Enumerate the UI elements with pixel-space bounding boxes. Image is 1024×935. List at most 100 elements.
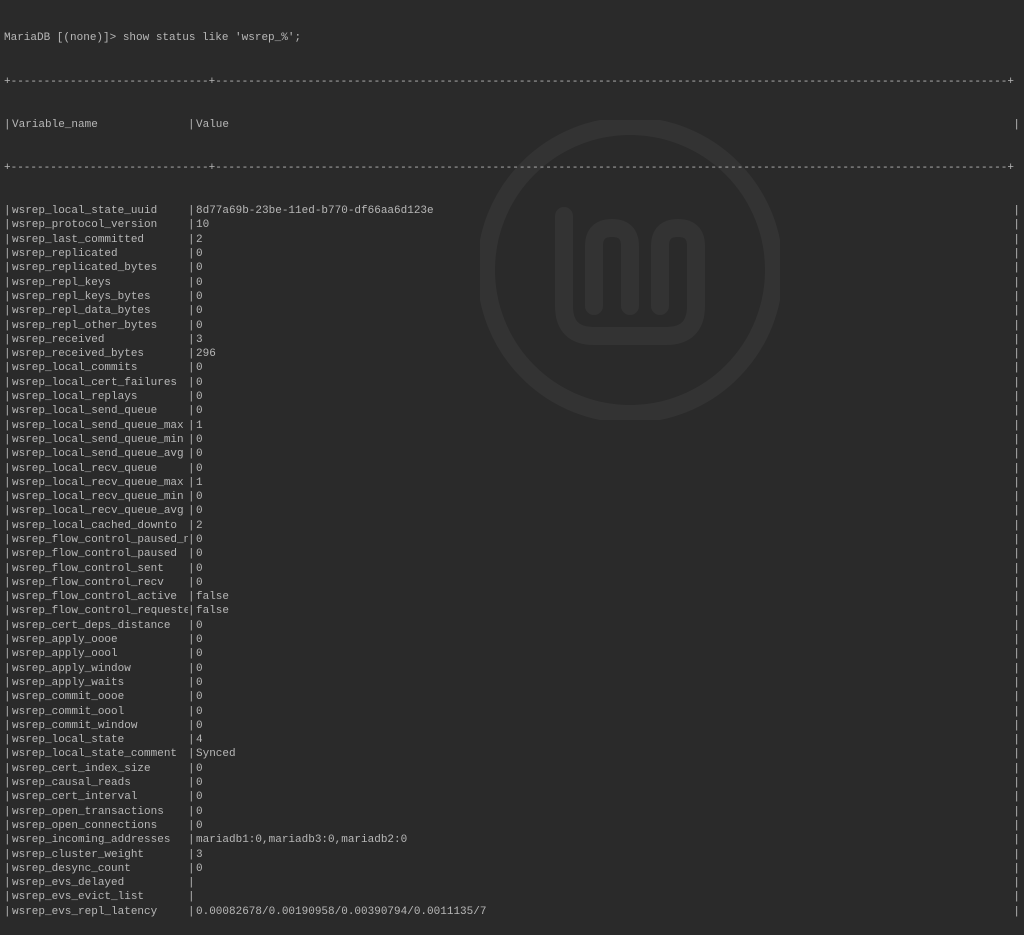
value-cell: 0 [196,662,1012,676]
variable-name-cell: wsrep_cluster_weight [12,848,188,862]
value-cell: 0 [196,776,1012,790]
table-row: | wsrep_replicated_bytes| 0| [4,261,1020,275]
pipe: | [4,790,12,804]
pipe: | [4,662,12,676]
pipe: | [1012,762,1020,776]
pipe: | [188,433,196,447]
pipe: | [1012,662,1020,676]
pipe: | [1012,376,1020,390]
table-header-row: | Variable_name | Value | [4,118,1020,132]
value-cell: 0 [196,319,1012,333]
value-cell: Synced [196,747,1012,761]
pipe: | [1012,304,1020,318]
terminal-output[interactable]: MariaDB [(none)]> show status like 'wsre… [0,0,1024,935]
variable-name-cell: wsrep_flow_control_paused_ns [12,533,188,547]
variable-name-cell: wsrep_local_recv_queue [12,462,188,476]
table-row: | wsrep_flow_control_requested| false| [4,604,1020,618]
value-cell: 0 [196,261,1012,275]
value-cell: 8d77a69b-23be-11ed-b770-df66aa6d123e [196,204,1012,218]
table-row: | wsrep_local_commits| 0| [4,361,1020,375]
pipe: | [4,218,12,232]
variable-name-cell: wsrep_local_cert_failures [12,376,188,390]
pipe: | [188,376,196,390]
value-cell: 0 [196,790,1012,804]
value-cell: 0 [196,619,1012,633]
pipe: | [1012,590,1020,604]
table-row: | wsrep_commit_window| 0| [4,719,1020,733]
table-row: | wsrep_flow_control_sent| 0| [4,562,1020,576]
pipe: | [4,848,12,862]
variable-name-cell: wsrep_local_send_queue_max [12,419,188,433]
pipe: | [1012,504,1020,518]
value-cell: 1 [196,476,1012,490]
pipe: | [1012,776,1020,790]
table-row: | wsrep_flow_control_active| false| [4,590,1020,604]
pipe: | [1012,848,1020,862]
variable-name-cell: wsrep_causal_reads [12,776,188,790]
table-row: | wsrep_protocol_version| 10| [4,218,1020,232]
table-mid-border: +------------------------------+--------… [4,161,1020,175]
variable-name-cell: wsrep_apply_oool [12,647,188,661]
value-cell: 0 [196,633,1012,647]
table-row: | wsrep_apply_window| 0| [4,662,1020,676]
pipe: | [1012,419,1020,433]
table-row: | wsrep_local_state_uuid| 8d77a69b-23be-… [4,204,1020,218]
pipe: | [1012,719,1020,733]
pipe: | [188,476,196,490]
variable-name-cell: wsrep_apply_window [12,662,188,676]
pipe: | [1012,447,1020,461]
table-row: | wsrep_local_state| 4| [4,733,1020,747]
variable-name-cell: wsrep_cert_index_size [12,762,188,776]
pipe: | [188,862,196,876]
pipe: | [4,447,12,461]
pipe: | [1012,547,1020,561]
pipe: | [188,633,196,647]
value-cell: 4 [196,733,1012,747]
table-row: | wsrep_local_recv_queue_max| 1| [4,476,1020,490]
pipe: | [188,547,196,561]
pipe: | [1012,862,1020,876]
variable-name-cell: wsrep_evs_evict_list [12,890,188,904]
pipe: | [188,905,196,919]
pipe: | [4,576,12,590]
pipe: | [188,462,196,476]
table-row: | wsrep_local_send_queue_max| 1| [4,419,1020,433]
value-cell: mariadb1:0,mariadb3:0,mariadb2:0 [196,833,1012,847]
pipe: | [188,333,196,347]
pipe: | [188,848,196,862]
pipe: | [1012,733,1020,747]
pipe: | [4,905,12,919]
pipe: | [188,719,196,733]
pipe: | [188,290,196,304]
value-cell: 0 [196,361,1012,375]
pipe: | [1012,819,1020,833]
variable-name-cell: wsrep_commit_oool [12,705,188,719]
value-cell: 3 [196,333,1012,347]
table-row: | wsrep_evs_delayed| | [4,876,1020,890]
value-cell: 0 [196,376,1012,390]
value-cell: 0 [196,676,1012,690]
table-row: | wsrep_apply_oooe| 0| [4,633,1020,647]
variable-name-cell: wsrep_repl_other_bytes [12,319,188,333]
table-row: | wsrep_local_cert_failures| 0| [4,376,1020,390]
pipe: | [4,833,12,847]
pipe: | [1012,705,1020,719]
pipe: | [188,233,196,247]
variable-name-cell: wsrep_local_cached_downto [12,519,188,533]
table-row: | wsrep_open_transactions| 0| [4,805,1020,819]
value-cell: 0 [196,462,1012,476]
value-cell: 0 [196,690,1012,704]
pipe: | [4,633,12,647]
value-cell: 0.00082678/0.00190958/0.00390794/0.00111… [196,905,1012,919]
table-row: | wsrep_flow_control_paused| 0| [4,547,1020,561]
pipe: | [1012,276,1020,290]
pipe: | [4,233,12,247]
value-cell: 0 [196,719,1012,733]
variable-name-cell: wsrep_repl_keys_bytes [12,290,188,304]
pipe: | [4,862,12,876]
variable-name-cell: wsrep_evs_delayed [12,876,188,890]
table-row: | wsrep_cluster_weight| 3| [4,848,1020,862]
pipe: | [4,719,12,733]
variable-name-cell: wsrep_received [12,333,188,347]
pipe: | [1012,519,1020,533]
